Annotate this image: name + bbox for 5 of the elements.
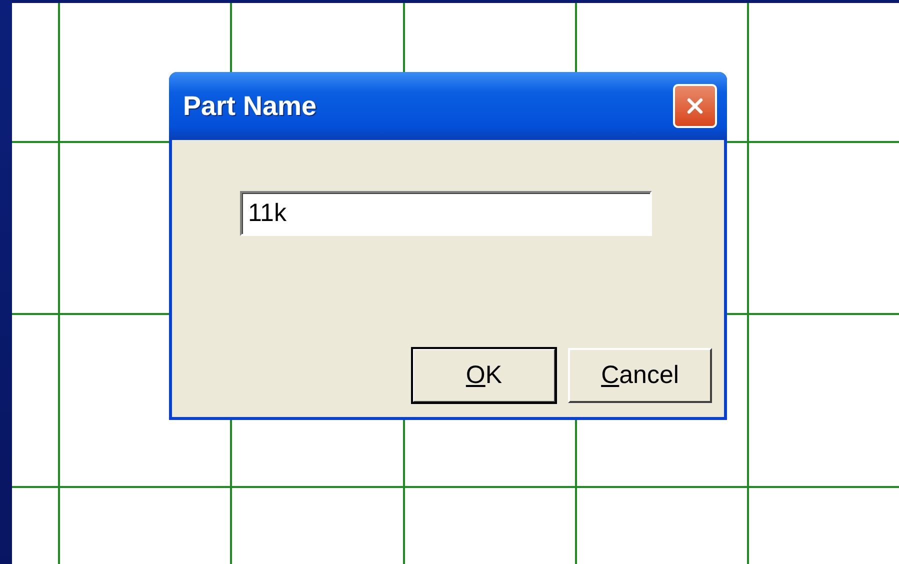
cancel-button[interactable]: Cancel — [568, 348, 712, 403]
window-title: Part Name — [183, 90, 317, 122]
input-field[interactable]: 11k — [240, 191, 652, 236]
close-button[interactable] — [673, 84, 717, 128]
ok-button[interactable]: OK — [412, 348, 556, 403]
